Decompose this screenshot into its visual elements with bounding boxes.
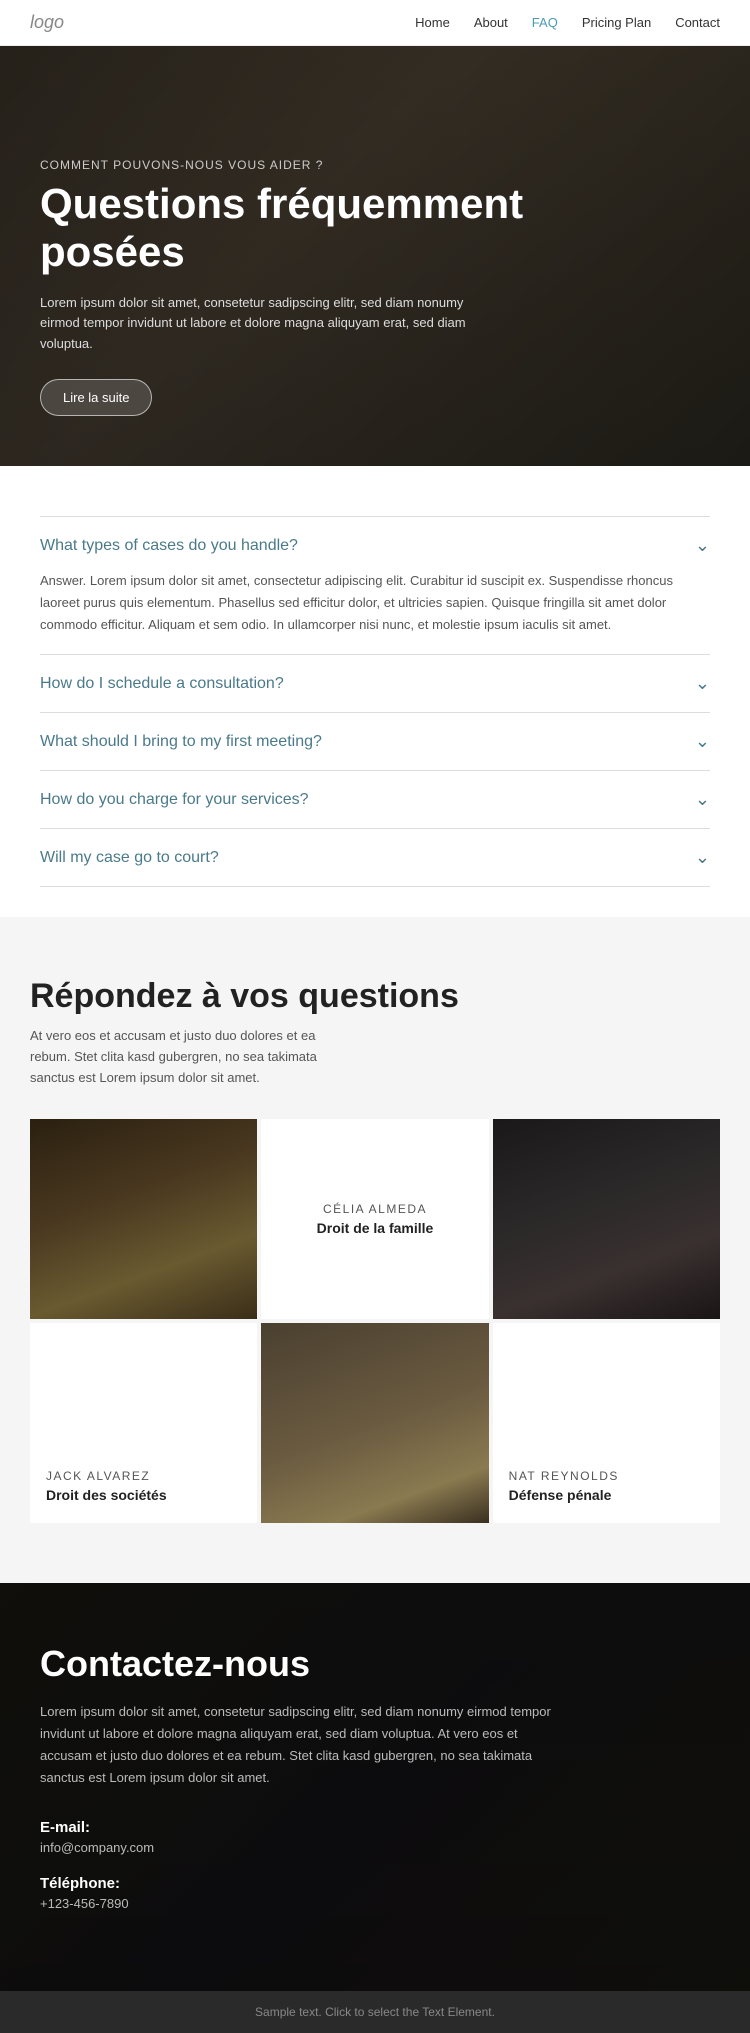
faq-section: What types of cases do you handle? ⌄ Ans…	[0, 466, 750, 917]
team-member-name-celia: CÉLIA ALMEDA	[323, 1202, 427, 1216]
team-member-role-nat: Défense pénale	[509, 1487, 704, 1503]
faq-answer-1: Answer. Lorem ipsum dolor sit amet, cons…	[40, 570, 710, 636]
team-card-celia: CÉLIA ALMEDA Droit de la famille	[261, 1119, 488, 1319]
navbar: logo Home About FAQ Pricing Plan Contact	[0, 0, 750, 46]
nav-item-about[interactable]: About	[474, 14, 508, 32]
faq-question-text-4: How do you charge for your services?	[40, 791, 309, 809]
logo: logo	[30, 12, 64, 33]
faq-item-2: How do I schedule a consultation? ⌄	[40, 654, 710, 712]
hero-subtitle: COMMENT POUVONS-NOUS VOUS AIDER ?	[40, 158, 540, 172]
contact-phone-value: +123-456-7890	[40, 1896, 710, 1911]
team-card-man1-photo	[30, 1119, 257, 1319]
team-member-name-nat: NAT REYNOLDS	[509, 1469, 704, 1483]
team-card-nat: NAT REYNOLDS Défense pénale	[493, 1323, 720, 1523]
team-card-woman1-photo	[493, 1119, 720, 1319]
hero-button[interactable]: Lire la suite	[40, 379, 152, 416]
team-description: At vero eos et accusam et justo duo dolo…	[30, 1026, 350, 1088]
nav-item-home[interactable]: Home	[415, 14, 450, 32]
nav-links: Home About FAQ Pricing Plan Contact	[415, 14, 720, 32]
contact-description: Lorem ipsum dolor sit amet, consetetur s…	[40, 1701, 560, 1789]
team-member-role-jack: Droit des sociétés	[46, 1487, 241, 1503]
faq-question-text-2: How do I schedule a consultation?	[40, 675, 284, 693]
team-grid-row2: JACK ALVAREZ Droit des sociétés NAT REYN…	[30, 1323, 720, 1523]
contact-content: Contactez-nous Lorem ipsum dolor sit ame…	[40, 1643, 710, 1911]
hero-description: Lorem ipsum dolor sit amet, consetetur s…	[40, 293, 480, 355]
contact-email-label: E-mail:	[40, 1819, 710, 1836]
chevron-down-icon-5: ⌄	[695, 847, 710, 868]
contact-phone-label: Téléphone:	[40, 1875, 710, 1892]
nav-item-faq[interactable]: FAQ	[532, 14, 558, 32]
footer-text: Sample text. Click to select the Text El…	[255, 2005, 495, 2019]
contact-section: Contactez-nous Lorem ipsum dolor sit ame…	[0, 1583, 750, 1991]
faq-item-3: What should I bring to my first meeting?…	[40, 712, 710, 770]
faq-item-4: How do you charge for your services? ⌄	[40, 770, 710, 828]
footer: Sample text. Click to select the Text El…	[0, 1991, 750, 2033]
nav-item-pricing[interactable]: Pricing Plan	[582, 14, 651, 32]
chevron-down-icon: ⌄	[695, 535, 710, 556]
hero-content: COMMENT POUVONS-NOUS VOUS AIDER ? Questi…	[40, 158, 540, 416]
team-card-jack: JACK ALVAREZ Droit des sociétés	[30, 1323, 257, 1523]
team-card-woman2-photo	[261, 1323, 488, 1523]
faq-question-1[interactable]: What types of cases do you handle? ⌄	[40, 535, 710, 556]
chevron-down-icon-2: ⌄	[695, 673, 710, 694]
team-title: Répondez à vos questions	[30, 977, 720, 1016]
faq-item-1: What types of cases do you handle? ⌄ Ans…	[40, 516, 710, 654]
faq-question-5[interactable]: Will my case go to court? ⌄	[40, 847, 710, 868]
chevron-down-icon-4: ⌄	[695, 789, 710, 810]
hero-title: Questions fréquemment posées	[40, 180, 540, 277]
faq-question-2[interactable]: How do I schedule a consultation? ⌄	[40, 673, 710, 694]
faq-question-text-3: What should I bring to my first meeting?	[40, 733, 322, 751]
contact-title: Contactez-nous	[40, 1643, 710, 1685]
chevron-down-icon-3: ⌄	[695, 731, 710, 752]
hero-section: COMMENT POUVONS-NOUS VOUS AIDER ? Questi…	[0, 46, 750, 466]
nav-item-contact[interactable]: Contact	[675, 14, 720, 32]
faq-item-5: Will my case go to court? ⌄	[40, 828, 710, 887]
team-grid-row1: CÉLIA ALMEDA Droit de la famille	[30, 1119, 720, 1319]
faq-question-4[interactable]: How do you charge for your services? ⌄	[40, 789, 710, 810]
team-section: Répondez à vos questions At vero eos et …	[0, 917, 750, 1582]
contact-email-value: info@company.com	[40, 1840, 710, 1855]
faq-question-text-1: What types of cases do you handle?	[40, 537, 298, 555]
team-member-role-celia: Droit de la famille	[317, 1220, 434, 1236]
faq-question-3[interactable]: What should I bring to my first meeting?…	[40, 731, 710, 752]
team-member-name-jack: JACK ALVAREZ	[46, 1469, 241, 1483]
faq-question-text-5: Will my case go to court?	[40, 849, 219, 867]
